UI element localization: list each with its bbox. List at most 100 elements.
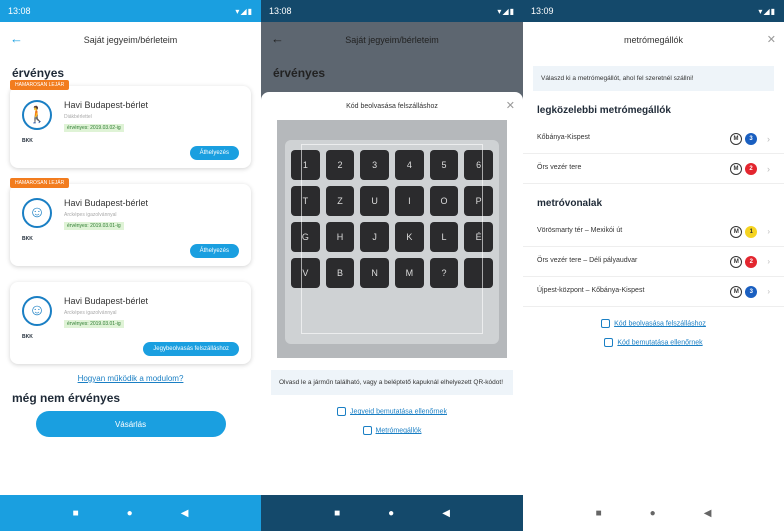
link-label: Kód bemutatása ellenőrnek (617, 339, 703, 347)
link-label: Metrómegállók (375, 427, 422, 435)
ticket-subtitle: Arcképes igazolvánnyal (64, 310, 117, 316)
nav-home-icon[interactable]: ● (388, 508, 394, 519)
nav-bar: ■ ● ◀ (0, 495, 261, 531)
metro-line-badge: 2 (745, 255, 758, 268)
bkk-logo: BKK (22, 334, 33, 340)
page-title: Saját jegyeim/bérleteim (83, 35, 178, 45)
ticket-icon (337, 407, 347, 417)
bkk-logo: BKK (22, 236, 33, 242)
stop-name: Újpest-központ – Kőbánya-Kispest (537, 287, 645, 295)
page-title: Saját jegyeim/bérleteim (345, 35, 439, 45)
ticket-action-button[interactable]: Áthelyezés (189, 146, 239, 160)
metro-m-icon: M (730, 162, 742, 175)
status-bar: 13:08 ▾◢▮ (261, 0, 523, 22)
ticket-title: Havi Budapest-bérlet (64, 198, 149, 208)
sheet-header: Kód beolvasása felszálláshoz ✕ (261, 92, 523, 120)
metro-m-icon: M (730, 285, 743, 298)
metro-stop-row[interactable]: Vörösmarty tér – Mexikói út M 1 › (523, 217, 784, 248)
expiring-badge: HAMAROSAN LEJÁR (10, 178, 70, 188)
link-label: Jegyeid bemutatása ellenőrnek (350, 408, 447, 416)
section-not-valid: még nem érvényes (12, 391, 121, 405)
scan-sheet: Kód beolvasása felszálláshoz ✕ 123456TZU… (261, 92, 523, 495)
ticket-title: Havi Budapest-bérlet (64, 100, 149, 110)
help-link[interactable]: Hogyan működik a modulom? (0, 374, 261, 383)
person-icon: ☺ (22, 296, 52, 326)
nav-back-icon[interactable]: ◀ (442, 508, 450, 519)
metro-stop-row[interactable]: Kőbánya-Kispest M 3 › (523, 124, 784, 155)
ticket-card[interactable]: HAMAROSAN LEJÁR ☺ Havi Budapest-bérlet Arck… (10, 178, 251, 266)
scan-frame (301, 144, 483, 334)
metro-line-badge: 3 (745, 132, 757, 145)
metro-m-icon: M (730, 255, 743, 268)
info-box: Válaszd ki a metrómegállót, ahol fel sze… (533, 66, 774, 92)
bkk-logo: BKK (22, 138, 33, 144)
ticket-title: Havi Budapest-bérlet (64, 296, 149, 306)
stop-name: Kőbánya-Kispest (537, 134, 590, 142)
qr-icon (601, 319, 611, 329)
sheet-header: metrómegállók ✕ (523, 22, 784, 58)
metro-stops-link[interactable]: Metrómegállók (261, 426, 523, 436)
nav-bar: ■ ● ◀ (261, 495, 523, 531)
screen-scan: 13:08 ▾◢▮ ← Saját jegyeim/bérleteim érvé… (261, 0, 523, 531)
ticket-subtitle: Arcképes igazolvánnyal (64, 212, 117, 218)
status-icons: ▾◢▮ (497, 6, 515, 16)
ticket-subtitle: Diákbérlettel (64, 114, 92, 120)
stop-name: Örs vezér tere – Déli pályaudvar (537, 257, 638, 265)
back-arrow-icon[interactable]: ← (10, 31, 23, 46)
show-to-inspector-link[interactable]: Jegyeid bemutatása ellenőrnek (261, 407, 523, 417)
status-time: 13:08 (8, 6, 31, 16)
buy-button[interactable]: Vásárlás (35, 411, 226, 437)
ticket-action-button[interactable]: Áthelyezés (189, 244, 239, 258)
ticket-card[interactable]: ☺ Havi Budapest-bérlet Arcképes igazolvánn… (10, 282, 251, 364)
chevron-right-icon: › (767, 133, 770, 144)
status-time: 13:09 (531, 6, 554, 16)
close-icon[interactable]: ✕ (506, 99, 515, 112)
metro-sheet: metrómegállók ✕ Válaszd ki a metrómegáll… (523, 22, 784, 495)
nav-home-icon[interactable]: ● (127, 508, 133, 519)
sheet-title: Kód beolvasása felszálláshoz (346, 102, 438, 110)
section-nearest: legközelebbi metrómegállók (537, 105, 671, 117)
sheet-title: metrómegállók (623, 35, 684, 45)
screen-tickets: 13:08 ▾◢▮ ← Saját jegyeim/bérleteim érvé… (0, 0, 261, 531)
show-code-link[interactable]: Kód bemutatása ellenőrnek (523, 338, 784, 348)
ticket-action-button[interactable]: Jegybeolvasás felszálláshoz (143, 342, 239, 356)
nav-home-icon[interactable]: ● (650, 508, 656, 519)
ticket-validity: érvényes: 2019.03.01-ig (64, 222, 124, 230)
section-valid: érvényes (12, 66, 65, 80)
ticket-card[interactable]: HAMAROSAN LEJÁR 🚶 Havi Budapest-bérlet Diák… (10, 80, 251, 168)
nav-back-icon[interactable]: ◀ (181, 508, 189, 519)
metro-stop-row[interactable]: Örs vezér tere – Déli pályaudvar M 2 › (523, 247, 784, 278)
expiring-badge: HAMAROSAN LEJÁR (10, 80, 70, 90)
link-label: Kód beolvasása felszálláshoz (614, 320, 706, 328)
chevron-right-icon: › (767, 163, 770, 174)
status-bar: 13:08 ▾◢▮ (0, 0, 261, 22)
chevron-right-icon: › (767, 257, 770, 267)
chevron-right-icon: › (767, 287, 770, 297)
metro-stop-row[interactable]: Örs vezér tere M 2 › (523, 154, 784, 185)
status-bar: 13:09 ▾◢▮ (523, 0, 784, 22)
status-icons: ▾◢▮ (235, 6, 253, 16)
nav-square-icon[interactable]: ■ (73, 508, 79, 519)
camera-view: 1 2 3 4 5 6 T Z U I O P G H J K L É V B N M? (277, 120, 507, 358)
back-arrow-icon: ← (271, 31, 284, 46)
nav-back-icon[interactable]: ◀ (704, 508, 712, 519)
screen-metro-stops: 13:09 ▾◢▮ metrómegállók ✕ Válaszd ki a m… (523, 0, 784, 531)
metro-line-badge: 3 (745, 285, 758, 298)
header: ← Saját jegyeim/bérleteim (261, 22, 523, 58)
stop-name: Örs vezér tere (537, 164, 582, 172)
nav-bar: ■ ● ◀ (523, 495, 784, 531)
status-icons: ▾◢▮ (758, 6, 776, 16)
nav-square-icon[interactable]: ■ (334, 508, 340, 519)
ticket-validity: érvényes: 2019.03.01-ig (64, 320, 124, 328)
metro-m-icon: M (730, 225, 743, 238)
ticket-icon (604, 338, 614, 348)
walking-person-icon: 🚶 (22, 100, 52, 130)
section-lines: metróvonalak (537, 198, 603, 210)
metro-line-badge: 2 (745, 162, 757, 175)
metro-icon (362, 426, 372, 436)
close-icon[interactable]: ✕ (767, 33, 776, 46)
nav-square-icon[interactable]: ■ (596, 508, 602, 519)
metro-stop-row[interactable]: Újpest-központ – Kőbánya-Kispest M 3 › (523, 277, 784, 308)
scan-code-link[interactable]: Kód beolvasása felszálláshoz (523, 319, 784, 329)
stop-name: Vörösmarty tér – Mexikói út (537, 227, 623, 235)
